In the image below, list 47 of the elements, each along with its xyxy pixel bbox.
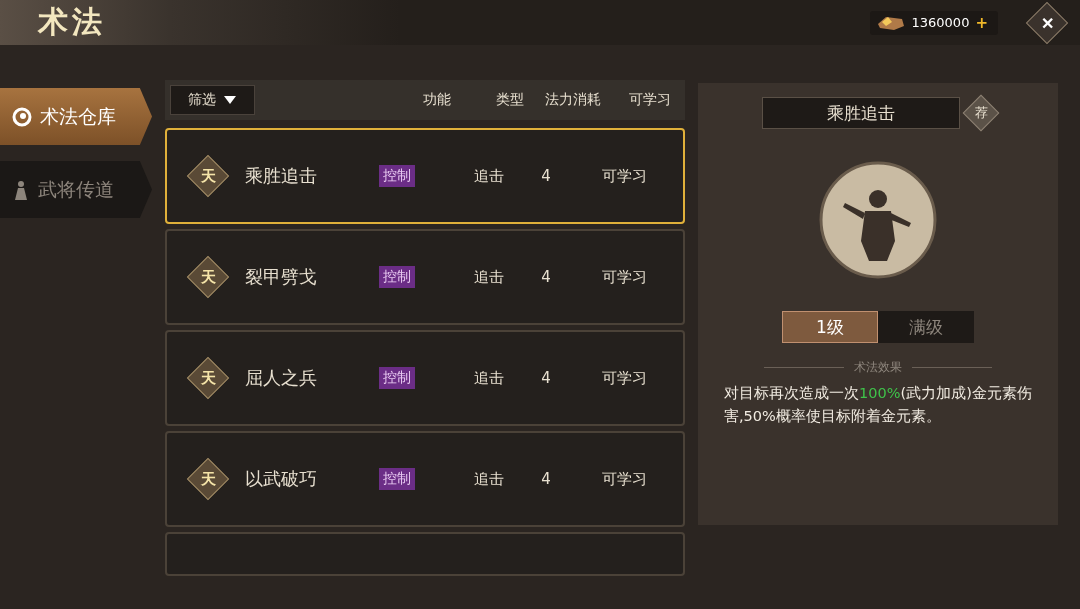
learn-status: 可学习 [600, 469, 648, 489]
mana-cost: 4 [540, 470, 552, 488]
mana-cost: 4 [540, 369, 552, 387]
page-title: 术法 [38, 3, 106, 41]
function-tag: 控制 [379, 165, 415, 187]
section-title: 术法效果 [854, 359, 902, 376]
level-tab[interactable]: 1级 [782, 311, 878, 343]
figure-icon [12, 179, 30, 200]
grade-badge: 天 [186, 457, 230, 501]
skill-name: 以武破巧 [245, 467, 318, 491]
sidebar-tab[interactable]: 武将传道 [0, 161, 152, 218]
add-currency-button[interactable]: + [975, 13, 988, 32]
skill-title: 乘胜追击 [762, 97, 960, 129]
column-header: 类型 [494, 91, 525, 109]
function-tag: 控制 [379, 468, 415, 490]
filter-dropdown[interactable]: 筛选 [170, 85, 255, 115]
caret-icon [224, 96, 237, 104]
learn-status: 可学习 [600, 166, 648, 186]
column-header: 法力消耗 [544, 91, 603, 109]
skill-type: 追击 [473, 469, 505, 489]
close-button[interactable]: ✕ [1025, 1, 1069, 44]
skill-type: 追击 [473, 166, 505, 186]
level-tab[interactable]: 满级 [878, 311, 974, 343]
currency-amount: 1360000 [911, 15, 970, 30]
column-header: 功能 [422, 91, 453, 109]
skill-type: 追击 [473, 368, 505, 388]
effect-description: 对目标再次造成一次100%(武力加成)金元素伤害,50%概率使目标附着金元素。 [724, 384, 1033, 426]
function-tag: 控制 [379, 266, 415, 288]
mana-cost: 4 [540, 268, 552, 286]
skill-name: 乘胜追击 [245, 164, 318, 188]
function-tag: 控制 [379, 367, 415, 389]
grade-badge: 天 [186, 255, 230, 299]
learn-status: 可学习 [600, 368, 648, 388]
column-header: 可学习 [628, 91, 673, 109]
skill-row[interactable]: 天 裂甲劈戈 控制 追击 4 可学习 [165, 229, 685, 325]
sidebar-tab[interactable]: 术法仓库 [0, 88, 152, 145]
grade-badge: 天 [186, 356, 230, 400]
skill-row[interactable]: 天 乘胜追击 控制 追击 4 可学习 [165, 128, 685, 224]
recommend-badge: 荐 [962, 94, 1000, 132]
skill-name: 屈人之兵 [245, 366, 318, 390]
skill-type: 追击 [473, 267, 505, 287]
grade-badge: 天 [186, 154, 230, 198]
learn-status: 可学习 [600, 267, 648, 287]
mana-cost: 4 [540, 167, 552, 185]
skill-row[interactable]: 天 屈人之兵 控制 追击 4 可学习 [165, 330, 685, 426]
skill-name: 裂甲劈戈 [245, 265, 318, 289]
skill-row[interactable]: 天 以武破巧 控制 追击 4 可学习 [165, 431, 685, 527]
